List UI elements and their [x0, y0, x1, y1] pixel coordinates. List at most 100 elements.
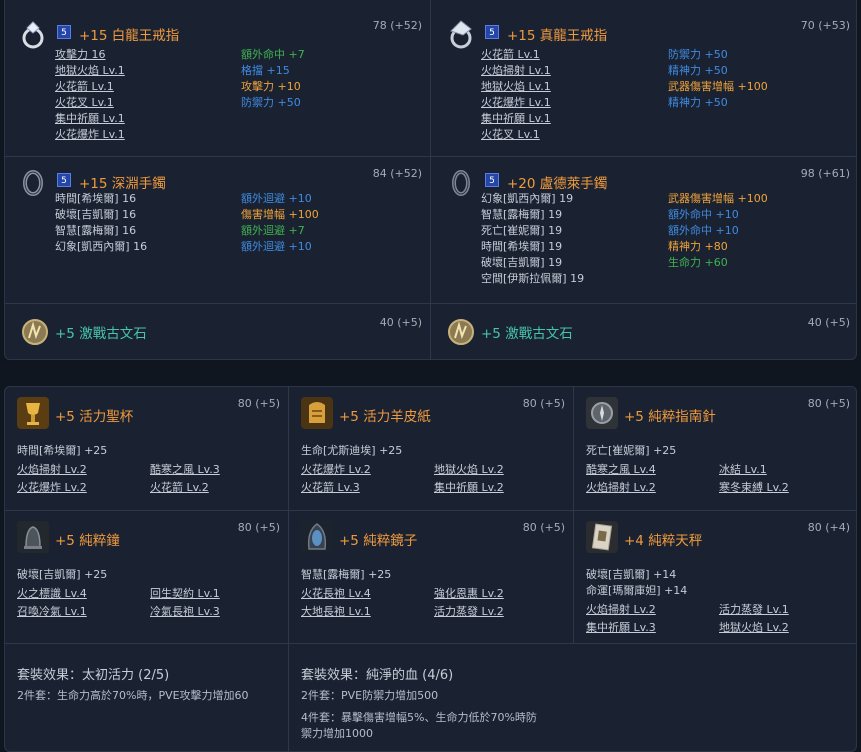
- bracelet-icon: [23, 170, 43, 196]
- equipment-slot-bracelet-1[interactable]: 5 +15 深淵手鐲 84 (+52) 時間[希埃爾] 16 破壞[吉凱爾] 1…: [5, 157, 430, 303]
- item-score: 78 (+52): [372, 19, 422, 32]
- skill-link[interactable]: 火焰掃射 Lv.2: [586, 602, 656, 618]
- bonus-stat: 格擋 +15: [241, 64, 290, 77]
- skill-link[interactable]: 火花箭 Lv.1: [481, 47, 540, 63]
- equipment-slot-ring-2[interactable]: 5 +15 真龍王戒指 70 (+53) 火花箭 Lv.1 火焰掃射 Lv.1 …: [431, 0, 856, 156]
- skill-link[interactable]: 火焰掃射 Lv.2: [17, 462, 87, 478]
- item-score: 40 (+5): [807, 316, 850, 329]
- item-score: 80 (+5): [807, 397, 850, 410]
- set-effect-title: 套裝效果：太初活力 (2/5): [17, 668, 170, 683]
- artifact-slot[interactable]: +5 活力羊皮紙 80 (+5) 生命[尤斯迪埃] +25 火花爆炸 Lv.2 …: [289, 387, 573, 510]
- item-score: 80 (+5): [237, 397, 280, 410]
- skill-link[interactable]: 集中祈願 Lv.2: [434, 480, 504, 496]
- artifacts-panel: +5 活力聖杯 80 (+5) 時間[希埃爾] +25 火焰掃射 Lv.2 酷寒…: [4, 386, 857, 752]
- artifact-slot[interactable]: +4 純粹天秤 80 (+4) 破壞[吉凱爾] +14 命運[瑪爾庫妲] +14…: [574, 511, 856, 643]
- set-effect-line: 2件套：生命力高於70%時，PVE攻擊力增加60: [17, 689, 249, 702]
- item-name: +15 真龍王戒指: [507, 28, 608, 44]
- set-effect-title: 套裝效果：純淨的血 (4/6): [301, 668, 454, 683]
- stat-line: 死亡[崔妮爾] 19: [481, 224, 563, 237]
- stat-line: 時間[希埃爾] +25: [17, 444, 108, 457]
- bonus-stat: 額外命中 +7: [241, 48, 305, 61]
- stat-line: 攻擊力 16: [55, 48, 106, 61]
- stat-line: 死亡[崔妮爾] +25: [586, 444, 677, 457]
- stat-line: 時間[希埃爾] 19: [481, 240, 563, 253]
- skill-link[interactable]: 火花長袍 Lv.4: [301, 586, 371, 602]
- skill-link[interactable]: 冷氣長袍 Lv.3: [150, 604, 220, 620]
- skill-link[interactable]: 酷寒之風 Lv.4: [586, 462, 656, 478]
- scales-icon: [586, 521, 618, 553]
- skill-link[interactable]: 集中祈願 Lv.3: [586, 620, 656, 636]
- parchment-icon: [301, 397, 333, 429]
- set-effect-line: 2件套：PVE防禦力增加500: [301, 689, 439, 702]
- skill-link[interactable]: 火之標識 Lv.4: [17, 586, 87, 602]
- set-effect-line: 禦力增加1000: [301, 727, 373, 740]
- bonus-stat: 精神力 +50: [668, 96, 728, 109]
- item-name: +20 盧德萊手鐲: [507, 176, 608, 192]
- skill-link[interactable]: 冰結 Lv.1: [719, 462, 767, 478]
- item-name: +15 白龍王戒指: [79, 28, 180, 44]
- skill-link[interactable]: 集中祈願 Lv.1: [55, 111, 125, 127]
- level-badge: 5: [485, 173, 499, 187]
- skill-link[interactable]: 火花箭 Lv.1: [55, 79, 114, 95]
- stat-line: 破壞[吉凱爾] +14: [586, 568, 677, 581]
- skill-link[interactable]: 火花箭 Lv.3: [301, 480, 360, 496]
- skill-link[interactable]: 活力蒸發 Lv.2: [434, 604, 504, 620]
- skill-link[interactable]: 火花爆炸 Lv.1: [481, 95, 551, 111]
- item-name: +5 純粹鏡子: [339, 533, 418, 549]
- skill-link[interactable]: 火花爆炸 Lv.2: [17, 480, 87, 496]
- item-name: +5 活力聖杯: [55, 409, 134, 425]
- stat-line: 命運[瑪爾庫妲] +14: [586, 584, 688, 597]
- skill-link[interactable]: 火焰掃射 Lv.2: [586, 480, 656, 496]
- bonus-stat: 攻擊力 +10: [241, 80, 301, 93]
- equipment-slot-ring-1[interactable]: 5 +15 白龍王戒指 78 (+52) 攻擊力 16 地獄火焰 Lv.1 火花…: [5, 0, 430, 156]
- skill-link[interactable]: 回生契約 Lv.1: [150, 586, 220, 602]
- equipment-slot-rune-1[interactable]: +5 激戰古文石 40 (+5): [5, 304, 430, 359]
- item-score: 80 (+5): [522, 521, 565, 534]
- stat-line: 智慧[露梅爾] 16: [55, 224, 137, 237]
- artifact-slot[interactable]: +5 活力聖杯 80 (+5) 時間[希埃爾] +25 火焰掃射 Lv.2 酷寒…: [5, 387, 288, 510]
- bonus-stat: 額外迴避 +10: [241, 192, 312, 205]
- item-name: +5 活力羊皮紙: [339, 409, 431, 425]
- artifact-slot[interactable]: +5 純粹鐘 80 (+5) 破壞[吉凱爾] +25 火之標識 Lv.4 回生契…: [5, 511, 288, 643]
- skill-link[interactable]: 地獄火焰 Lv.1: [481, 79, 551, 95]
- dragon-ring-icon: [450, 20, 472, 49]
- skill-link[interactable]: 地獄火焰 Lv.1: [55, 63, 125, 79]
- bonus-stat: 精神力 +50: [668, 64, 728, 77]
- skill-link[interactable]: 集中祈願 Lv.1: [481, 111, 551, 127]
- item-score: 98 (+61): [800, 167, 850, 180]
- skill-link[interactable]: 酷寒之風 Lv.3: [150, 462, 220, 478]
- equipment-slot-rune-2[interactable]: +5 激戰古文石 40 (+5): [431, 304, 856, 359]
- skill-link[interactable]: 火花爆炸 Lv.1: [55, 127, 125, 143]
- skill-link[interactable]: 火花箭 Lv.2: [150, 480, 209, 496]
- bonus-stat: 傷害增幅 +100: [241, 208, 319, 221]
- skill-link[interactable]: 召喚冷氣 Lv.1: [17, 604, 87, 620]
- stat-line: 空間[伊斯拉佩爾] 19: [481, 272, 585, 285]
- skill-link[interactable]: 火花叉 Lv.1: [55, 95, 114, 111]
- skill-link[interactable]: 寒冬束縛 Lv.2: [719, 480, 789, 496]
- stat-line: 智慧[露梅爾] 19: [481, 208, 563, 221]
- skill-link[interactable]: 強化恩惠 Lv.2: [434, 586, 504, 602]
- skill-link[interactable]: 火花爆炸 Lv.2: [301, 462, 371, 478]
- equipment-slot-bracelet-2[interactable]: 5 +20 盧德萊手鐲 98 (+61) 幻象[凱西內爾] 19 智慧[露梅爾]…: [431, 157, 856, 303]
- skill-link[interactable]: 火花叉 Lv.1: [481, 127, 540, 143]
- stat-line: 幻象[凱西內爾] 16: [55, 240, 148, 253]
- skill-link[interactable]: 地獄火焰 Lv.2: [434, 462, 504, 478]
- skill-link[interactable]: 火焰掃射 Lv.1: [481, 63, 551, 79]
- bonus-stat: 額外命中 +10: [668, 208, 739, 221]
- item-score: 40 (+5): [379, 316, 422, 329]
- item-score: 80 (+4): [807, 521, 850, 534]
- chalice-icon: [17, 397, 49, 429]
- item-name: +4 純粹天秤: [624, 533, 703, 549]
- item-name: +15 深淵手鐲: [79, 176, 166, 192]
- skill-link[interactable]: 大地長袍 Lv.1: [301, 604, 371, 620]
- skill-link[interactable]: 地獄火焰 Lv.2: [719, 620, 789, 636]
- accessories-panel: 5 +15 白龍王戒指 78 (+52) 攻擊力 16 地獄火焰 Lv.1 火花…: [4, 0, 857, 360]
- item-name: +5 激戰古文石: [481, 326, 573, 342]
- artifact-slot[interactable]: +5 純粹鏡子 80 (+5) 智慧[露梅爾] +25 火花長袍 Lv.4 強化…: [289, 511, 573, 643]
- ring-icon: [22, 21, 44, 49]
- item-score: 80 (+5): [522, 397, 565, 410]
- skill-link[interactable]: 活力蒸發 Lv.1: [719, 602, 789, 618]
- bonus-stat: 額外命中 +10: [668, 224, 739, 237]
- set-effect-section: 套裝效果：純淨的血 (4/6) 2件套：PVE防禦力增加500 4件套：暴擊傷害…: [289, 644, 856, 751]
- artifact-slot[interactable]: +5 純粹指南針 80 (+5) 死亡[崔妮爾] +25 酷寒之風 Lv.4 冰…: [574, 387, 856, 510]
